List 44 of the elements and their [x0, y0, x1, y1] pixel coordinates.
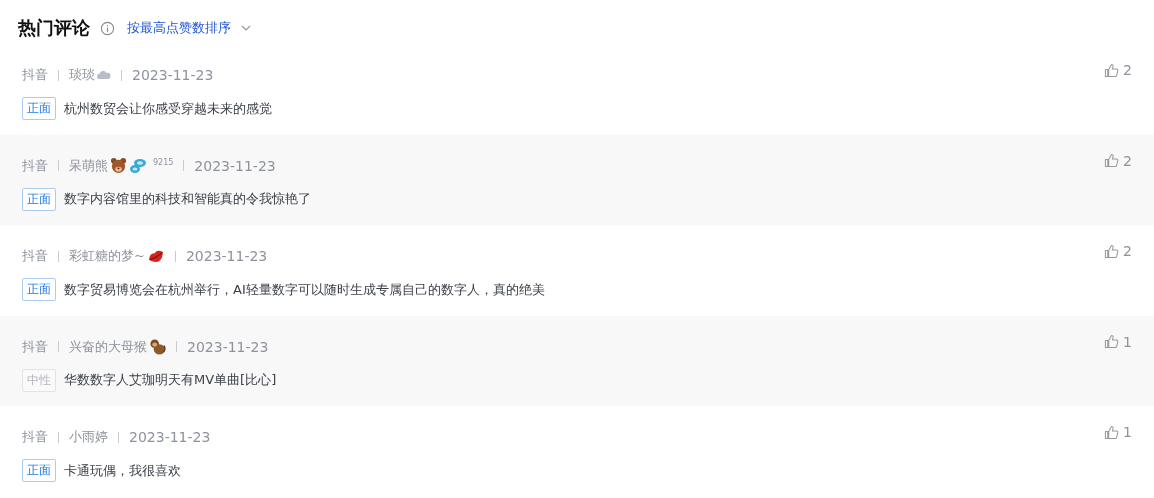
platform-label: 抖音: [22, 337, 48, 356]
section-title: 热门评论: [18, 16, 90, 40]
like-button[interactable]: 2: [1104, 243, 1132, 260]
user-level: 9215: [153, 157, 174, 167]
comment-date: 2023-11-23: [187, 338, 269, 355]
user-name: 琰琰: [69, 66, 95, 84]
comment-text: 数字内容馆里的科技和智能真的令我惊艳了: [64, 190, 311, 209]
comment-date: 2023-11-23: [132, 67, 214, 83]
comment-text: 数字贸易博览会在杭州举行，AI轻量数字可以随时生成专属自己的数字人，真的绝美: [64, 280, 545, 299]
thumbs-up-icon: [1104, 424, 1120, 440]
like-button[interactable]: 2: [1104, 62, 1132, 78]
info-icon[interactable]: [100, 20, 115, 36]
comment-text: 华数数字人艾珈明天有MV单曲[比心]: [64, 371, 277, 390]
like-button[interactable]: 2: [1104, 152, 1132, 169]
platform-label: 抖音: [22, 156, 48, 175]
thumbs-up-icon: [1104, 62, 1120, 78]
sentiment-tag: 中性: [22, 368, 56, 392]
like-button[interactable]: 1: [1104, 333, 1132, 350]
user-name: 小雨婷: [69, 428, 108, 447]
comment-date: 2023-11-23: [129, 429, 211, 446]
cloud-icon: [97, 70, 111, 80]
sentiment-tag: 正面: [22, 278, 56, 302]
user-name: 彩虹糖的梦~: [69, 247, 145, 266]
thumbs-up-icon: [1104, 153, 1120, 169]
lips-icon: [146, 248, 165, 265]
thumbs-up-icon: [1104, 334, 1120, 350]
comment-text: 杭州数贸会让你感受穿越未来的感觉: [64, 99, 272, 118]
comment-date: 2023-11-23: [194, 157, 276, 174]
chevron-down-icon: [241, 25, 251, 31]
platform-label: 抖音: [22, 247, 48, 266]
comment-text: 卡通玩偶，我很喜欢: [64, 461, 181, 480]
sentiment-tag: 正面: [22, 187, 56, 211]
bear-face-icon: [110, 157, 127, 175]
comment-date: 2023-11-23: [185, 248, 268, 265]
sort-dropdown[interactable]: 按最高点赞数排序: [123, 19, 251, 37]
user-name: 兴奋的大母猴: [69, 337, 147, 356]
user-name: 呆萌熊: [69, 156, 108, 175]
platform-label: 抖音: [22, 66, 48, 84]
bubbles-icon: [129, 157, 147, 174]
platform-label: 抖音: [22, 428, 48, 447]
like-button[interactable]: 1: [1104, 424, 1132, 441]
sentiment-tag: 正面: [22, 459, 56, 483]
sentiment-tag: 正面: [22, 97, 56, 120]
thumbs-up-icon: [1104, 243, 1120, 259]
